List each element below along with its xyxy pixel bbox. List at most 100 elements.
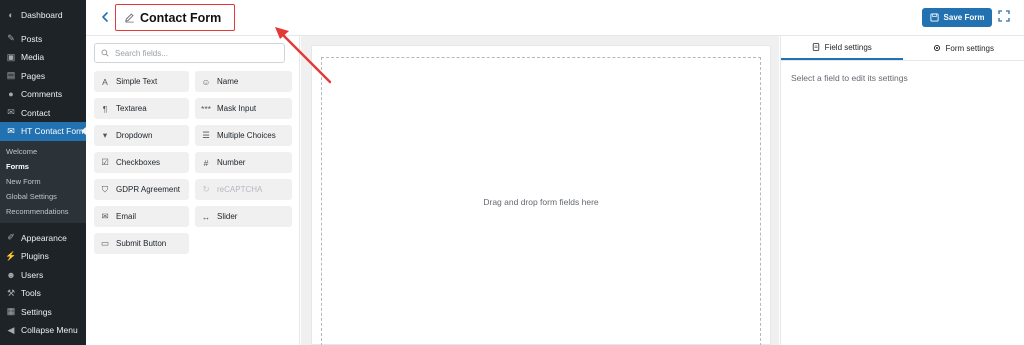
settings-empty-hint: Select a field to edit its settings <box>791 73 908 83</box>
field-label: Dropdown <box>116 131 153 140</box>
comments-icon: ● <box>8 89 14 100</box>
save-form-button[interactable]: Save Form <box>922 8 992 27</box>
field-multiple-choices[interactable]: ☰ Multiple Choices <box>195 125 292 146</box>
floppy-icon <box>929 13 939 22</box>
field-label: Submit Button <box>116 239 167 248</box>
app-root: ◐ Dashboard ✎ Posts ▣ Media ▤ Pages ● Co… <box>0 0 1024 345</box>
field-label: reCAPTCHA <box>217 185 263 194</box>
field-label: Name <box>217 77 239 86</box>
field-slider[interactable]: ↔ Slider <box>195 206 292 227</box>
pages-icon: ▤ <box>6 70 16 81</box>
field-label: Simple Text <box>116 77 158 86</box>
wp-menu-label: Posts <box>21 33 43 44</box>
dashboard-icon: ◐ <box>8 10 14 21</box>
field-mask-input[interactable]: *** Mask Input <box>195 98 292 119</box>
edit-icon <box>125 13 134 23</box>
field-textarea[interactable]: ¶ Textarea <box>94 98 189 119</box>
drop-zone-hint: Drag and drop form fields here <box>483 196 599 207</box>
field-label: Checkboxes <box>116 158 161 167</box>
wp-collapse-label: Collapse Menu <box>21 325 78 336</box>
wp-menu-pages[interactable]: ▤ Pages <box>0 67 86 86</box>
field-label: Textarea <box>116 104 147 113</box>
wp-submenu-welcome[interactable]: Welcome <box>0 144 86 159</box>
mail-icon: ✉ <box>7 125 15 136</box>
field-label: Mask Input <box>217 104 257 113</box>
field-simple-text[interactable]: A Simple Text <box>94 71 189 92</box>
field-email[interactable]: ✉ Email <box>94 206 189 227</box>
mask-icon: *** <box>201 103 211 114</box>
plug-icon: ⚡ <box>5 250 17 261</box>
wp-submenu-forms[interactable]: Forms <box>0 159 86 174</box>
wp-menu-label: Appearance <box>21 232 67 243</box>
back-button[interactable] <box>98 10 112 24</box>
field-search[interactable] <box>94 43 285 63</box>
wp-submenu: Welcome Forms New Form Global Settings R… <box>0 140 86 224</box>
wp-menu-users[interactable]: ☻ Users <box>0 265 86 284</box>
field-gdpr-agreement[interactable]: ⛉ GDPR Agreement <box>94 179 189 200</box>
collapse-icon: ◀ <box>7 324 15 335</box>
chevron-left-icon <box>102 12 108 22</box>
wp-menu-label: Dashboard <box>21 10 63 21</box>
checkbox-icon: ☑ <box>101 157 109 167</box>
shield-icon: ⛉ <box>101 184 109 194</box>
form-title[interactable]: Contact Form <box>115 4 235 31</box>
drop-zone[interactable]: Drag and drop form fields here <box>321 57 761 345</box>
tab-form-settings[interactable]: Form settings <box>903 36 1024 60</box>
wp-submenu-recommendations[interactable]: Recommendations <box>0 204 86 219</box>
slider-icon: ↔ <box>201 211 211 222</box>
list-icon: ☰ <box>202 130 210 140</box>
wp-menu-settings[interactable]: ▦ Settings <box>0 302 86 321</box>
field-label: Slider <box>217 212 238 221</box>
dropdown-icon: ▾ <box>102 130 108 140</box>
field-recaptcha[interactable]: ↻ reCAPTCHA <box>195 179 292 200</box>
recaptcha-icon: ↻ <box>202 184 210 194</box>
field-name[interactable]: ☺ Name <box>195 71 292 92</box>
fields-panel: A Simple Text ☺ Name ¶ Textarea *** Mask… <box>86 36 300 345</box>
envelope-icon: ✉ <box>101 211 109 221</box>
wp-menu-tools[interactable]: ⚒ Tools <box>0 284 86 303</box>
field-label: GDPR Agreement <box>116 185 181 194</box>
field-search-input[interactable] <box>115 48 275 58</box>
wp-menu-media[interactable]: ▣ Media <box>0 48 86 67</box>
pin-icon: ✎ <box>7 33 15 44</box>
wp-menu-label: Media <box>21 52 45 63</box>
wp-menu-plugins[interactable]: ⚡ Plugins <box>0 247 86 266</box>
wp-admin-sidebar: ◐ Dashboard ✎ Posts ▣ Media ▤ Pages ● Co… <box>0 0 86 345</box>
fullscreen-icon[interactable] <box>998 10 1010 22</box>
text-icon: A <box>102 76 108 87</box>
field-dropdown[interactable]: ▾ Dropdown <box>94 125 189 146</box>
settings-icon: ▦ <box>6 306 16 317</box>
field-list: A Simple Text ☺ Name ¶ Textarea *** Mask… <box>94 71 293 254</box>
wp-menu-appearance[interactable]: ✐ Appearance <box>0 228 86 247</box>
wrench-icon: ⚒ <box>6 287 16 298</box>
tab-label: Form settings <box>945 43 994 53</box>
mail-icon: ✉ <box>7 107 15 118</box>
hash-icon: # <box>203 157 209 168</box>
field-number[interactable]: # Number <box>195 152 292 173</box>
search-icon <box>101 49 109 57</box>
wp-menu-label: Comments <box>21 89 63 100</box>
wp-menu-posts[interactable]: ✎ Posts <box>0 30 86 49</box>
wp-menu-ht-contact-form[interactable]: ✉ HT Contact Form <box>0 122 86 141</box>
field-label: Multiple Choices <box>217 131 276 140</box>
wp-menu-contact[interactable]: ✉ Contact <box>0 104 86 123</box>
form-canvas: Drag and drop form fields here <box>311 45 771 345</box>
wp-menu-label: Settings <box>21 306 52 317</box>
wp-submenu-global-settings[interactable]: Global Settings <box>0 189 86 204</box>
media-icon: ▣ <box>6 51 16 62</box>
wp-menu-comments[interactable]: ● Comments <box>0 85 86 104</box>
form-title-text: Contact Form <box>140 10 222 25</box>
wp-submenu-new-form[interactable]: New Form <box>0 174 86 189</box>
settings-tabs: Field settings Form settings <box>781 36 1024 61</box>
field-submit-button[interactable]: ▭ Submit Button <box>94 233 189 254</box>
tab-field-settings[interactable]: Field settings <box>781 36 903 60</box>
tab-label: Field settings <box>824 42 872 52</box>
wp-collapse-menu[interactable]: ◀ Collapse Menu <box>0 321 86 340</box>
wp-menu-dashboard[interactable]: ◐ Dashboard <box>0 6 86 25</box>
wp-menu-label: Contact <box>21 107 51 118</box>
settings-panel: Field settings Form settings Select a fi… <box>780 36 1024 345</box>
wp-menu-label: Users <box>21 269 44 280</box>
wp-menu-label: Tools <box>21 288 41 299</box>
save-form-label: Save Form <box>943 13 985 22</box>
field-checkboxes[interactable]: ☑ Checkboxes <box>94 152 189 173</box>
